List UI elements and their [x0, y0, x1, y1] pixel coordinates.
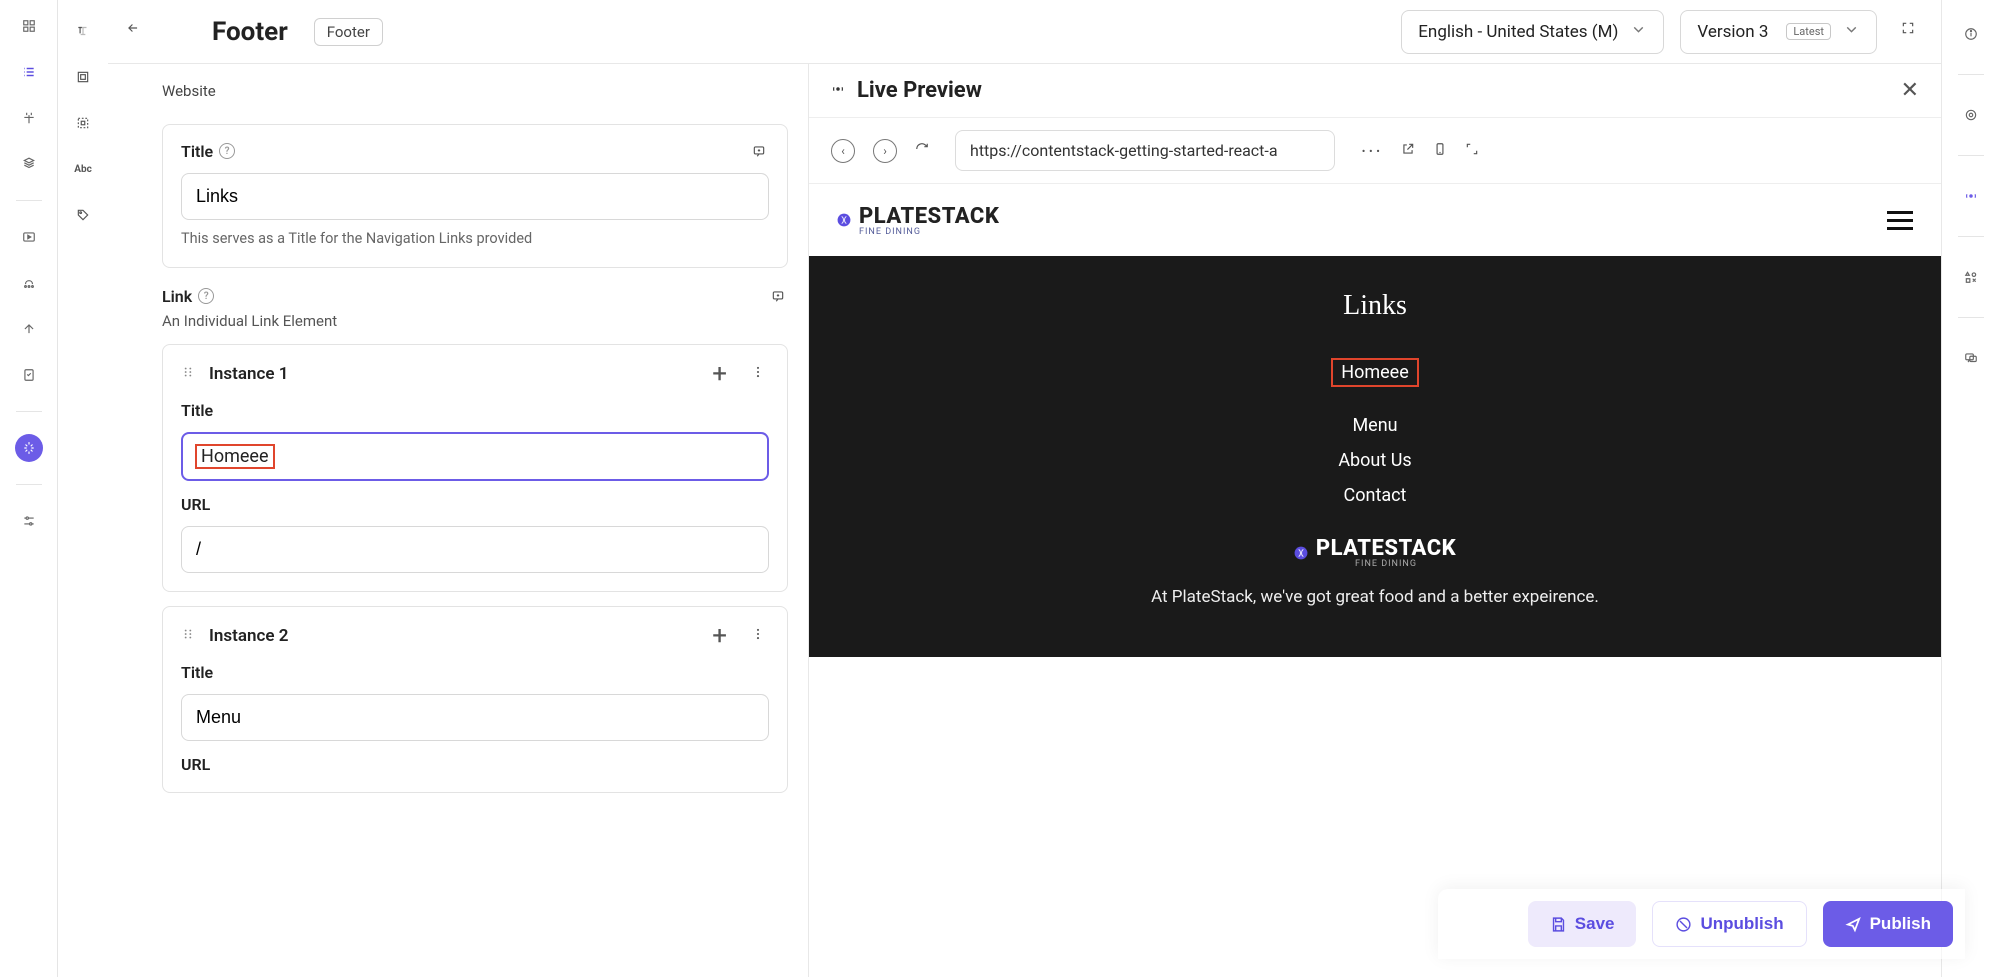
right-rail — [1941, 0, 1999, 977]
title-label: Title — [181, 142, 213, 161]
instance-title: Instance 2 — [209, 626, 288, 646]
chevron-down-icon — [1630, 21, 1647, 43]
link-label: Link — [162, 287, 192, 306]
instance-title-input[interactable] — [181, 694, 769, 741]
publish-queue-icon[interactable] — [15, 315, 43, 343]
drag-handle-icon[interactable] — [181, 627, 195, 645]
content-types-icon[interactable] — [15, 104, 43, 132]
publish-button[interactable]: Publish — [1823, 901, 1953, 947]
editor-header: Footer Footer English - United States (M… — [108, 0, 1941, 64]
add-comment-icon[interactable] — [768, 286, 788, 306]
footer-link-menu[interactable]: Menu — [829, 415, 1921, 436]
media-icon[interactable] — [15, 223, 43, 251]
site-footer: Links Homeee Menu About Us Contact PLATE… — [809, 256, 1941, 657]
link-hint: An Individual Link Element — [162, 312, 788, 330]
info-icon[interactable] — [1959, 22, 1983, 46]
preview-title: Live Preview — [857, 78, 982, 103]
preview-url[interactable]: https://contentstack-getting-started-rea… — [955, 130, 1335, 171]
more-icon[interactable]: ··· — [1361, 139, 1383, 163]
instance-title-label: Title — [181, 401, 769, 420]
instance-menu-icon[interactable] — [747, 627, 769, 645]
primary-nav-rail — [0, 0, 58, 977]
footer-link-about[interactable]: About Us — [829, 450, 1921, 471]
dashboard-icon[interactable] — [15, 12, 43, 40]
reload-icon[interactable] — [915, 142, 929, 160]
expand-icon[interactable] — [1465, 142, 1479, 160]
group-field-icon[interactable] — [72, 66, 94, 88]
locale-label: English - United States (M) — [1418, 22, 1618, 42]
footer-links-heading: Links — [829, 290, 1921, 322]
locale-dropdown[interactable]: English - United States (M) — [1401, 10, 1664, 54]
footer-link-home[interactable]: Homeee — [1331, 358, 1419, 387]
footer-logo: PLATESTACK FINE DINING — [829, 536, 1921, 569]
instance-title-input[interactable]: Homeee — [181, 432, 769, 481]
highlighted-value: Homeee — [195, 444, 275, 469]
live-icon — [831, 82, 845, 100]
entries-icon[interactable] — [15, 58, 43, 86]
nav-back-icon[interactable]: ‹ — [831, 139, 855, 163]
instance-title-label: Title — [181, 663, 769, 682]
instance-url-input[interactable] — [181, 526, 769, 573]
abc-field-icon[interactable]: Abc — [72, 158, 94, 180]
instance-title: Instance 1 — [209, 364, 288, 384]
close-icon[interactable]: ✕ — [1901, 78, 1919, 103]
site-logo[interactable]: PLATESTACK FINE DINING — [837, 204, 999, 237]
target-icon[interactable] — [1959, 103, 1983, 127]
open-external-icon[interactable] — [1401, 142, 1415, 160]
back-icon[interactable] — [126, 21, 148, 43]
nav-forward-icon[interactable]: › — [873, 139, 897, 163]
tasks-icon[interactable] — [15, 361, 43, 389]
preview-iframe: PLATESTACK FINE DINING Links Homeee Menu… — [809, 184, 1941, 977]
brand-name: PLATESTACK — [859, 204, 999, 229]
settings-icon[interactable] — [15, 507, 43, 535]
link-instance-2: Instance 2 + Title URL — [162, 606, 788, 793]
unpublish-button[interactable]: Unpublish — [1652, 901, 1806, 947]
assets-icon[interactable] — [15, 150, 43, 178]
latest-badge: Latest — [1786, 23, 1831, 40]
add-instance-icon[interactable]: + — [706, 623, 733, 649]
shapes-icon[interactable] — [1959, 265, 1983, 289]
add-comment-icon[interactable] — [749, 141, 769, 161]
footer-link-contact[interactable]: Contact — [829, 485, 1921, 506]
instance-url-label: URL — [181, 755, 769, 774]
link-instance-1: Instance 1 + Title Homeee URL — [162, 344, 788, 592]
help-icon[interactable]: ? — [219, 143, 235, 159]
text-field-icon[interactable] — [72, 20, 94, 42]
version-label: Version 3 — [1697, 22, 1768, 42]
page-title: Footer — [212, 17, 288, 47]
marketplace-icon[interactable] — [15, 434, 43, 462]
field-toolbar: Abc — [58, 0, 108, 977]
section-subtitle: Website — [162, 82, 788, 100]
fullscreen-icon[interactable] — [1901, 21, 1923, 43]
comments-icon[interactable] — [1959, 346, 1983, 370]
title-input[interactable] — [181, 173, 769, 220]
device-icon[interactable] — [1433, 142, 1447, 160]
version-dropdown[interactable]: Version 3 Latest — [1680, 10, 1877, 54]
live-preview-panel: Live Preview ✕ ‹ › https://contentstack-… — [808, 64, 1941, 977]
content-type-tag: Footer — [314, 18, 383, 46]
instance-url-label: URL — [181, 495, 769, 514]
save-button[interactable]: Save — [1528, 901, 1637, 947]
footer-tagline: At PlateStack, we've got great food and … — [829, 587, 1921, 607]
action-bar: Save Unpublish Publish — [1438, 889, 1965, 959]
entry-form: Website Title? This serves as a Title fo… — [108, 64, 808, 977]
instance-menu-icon[interactable] — [747, 365, 769, 383]
tag-field-icon[interactable] — [72, 204, 94, 226]
chevron-down-icon — [1843, 21, 1860, 43]
live-preview-toggle-icon[interactable] — [1959, 184, 1983, 208]
title-hint: This serves as a Title for the Navigatio… — [181, 230, 769, 247]
help-icon[interactable]: ? — [198, 288, 214, 304]
drag-handle-icon[interactable] — [181, 365, 195, 383]
title-field: Title? This serves as a Title for the Na… — [162, 124, 788, 268]
hamburger-icon[interactable] — [1887, 211, 1913, 230]
add-instance-icon[interactable]: + — [706, 361, 733, 387]
releases-icon[interactable] — [15, 269, 43, 297]
modular-block-icon[interactable] — [72, 112, 94, 134]
